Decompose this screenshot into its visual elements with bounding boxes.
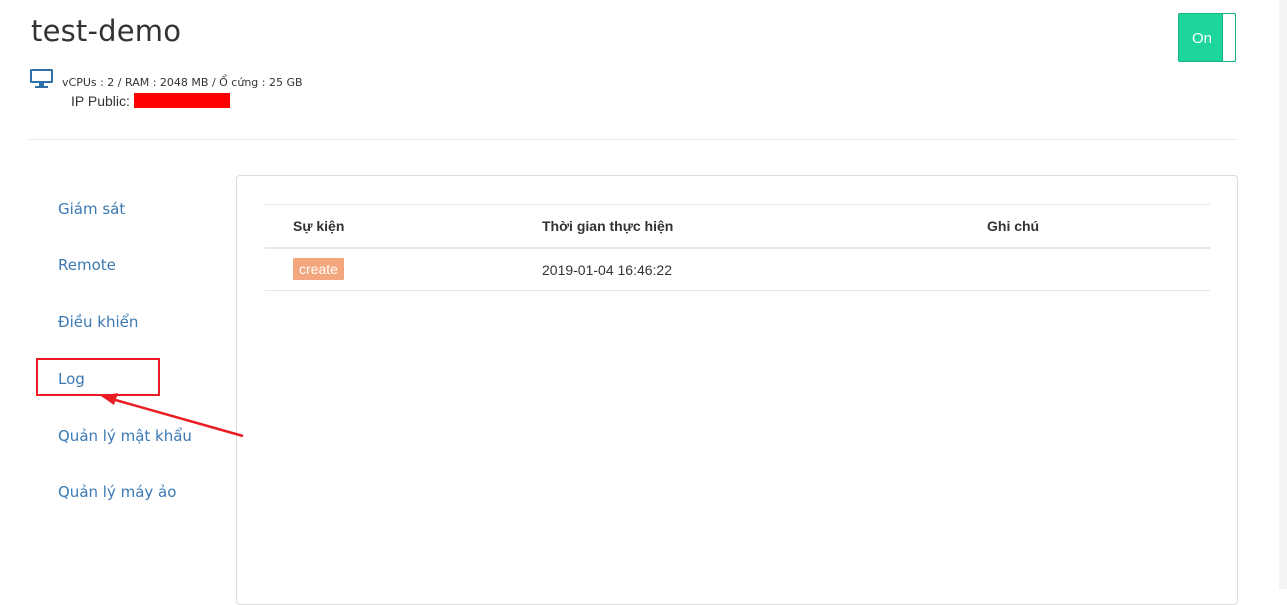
table-row: create 2019-01-04 16:46:22: [265, 249, 1210, 291]
log-highlight-box: [36, 358, 160, 396]
toggle-label: On: [1192, 30, 1213, 47]
table-header: Sự kiện Thời gian thực hiện Ghi chú: [265, 204, 1210, 249]
sidebar-item-monitoring[interactable]: Giám sát: [58, 200, 125, 218]
scrollbar-track[interactable]: [1279, 0, 1287, 589]
header-divider: [29, 139, 1237, 140]
event-time: 2019-01-04 16:46:22: [542, 262, 672, 278]
sidebar-item-vm-management[interactable]: Quản lý máy ảo: [58, 483, 176, 501]
event-badge: create: [293, 258, 344, 280]
ip-label: IP Public:: [71, 93, 130, 109]
power-toggle[interactable]: On: [1178, 13, 1236, 62]
column-header-note: Ghi chú: [987, 218, 1040, 234]
column-header-event: Sự kiện: [293, 218, 345, 234]
sidebar-item-control[interactable]: Điều khiển: [58, 313, 138, 331]
log-panel: Sự kiện Thời gian thực hiện Ghi chú crea…: [236, 175, 1238, 605]
vm-specs: vCPUs : 2 / RAM : 2048 MB / Ổ cứng : 25 …: [62, 76, 303, 89]
page-title: test-demo: [31, 14, 182, 48]
ip-value-redacted: [133, 93, 230, 108]
sidebar-item-remote[interactable]: Remote: [58, 256, 116, 274]
monitor-icon: [30, 69, 53, 88]
column-header-time: Thời gian thực hiện: [542, 218, 674, 234]
sidebar-item-password[interactable]: Quản lý mật khẩu: [58, 427, 192, 445]
log-table: Sự kiện Thời gian thực hiện Ghi chú crea…: [265, 204, 1210, 291]
ip-public: IP Public:: [71, 93, 230, 109]
toggle-knob[interactable]: [1222, 14, 1235, 61]
